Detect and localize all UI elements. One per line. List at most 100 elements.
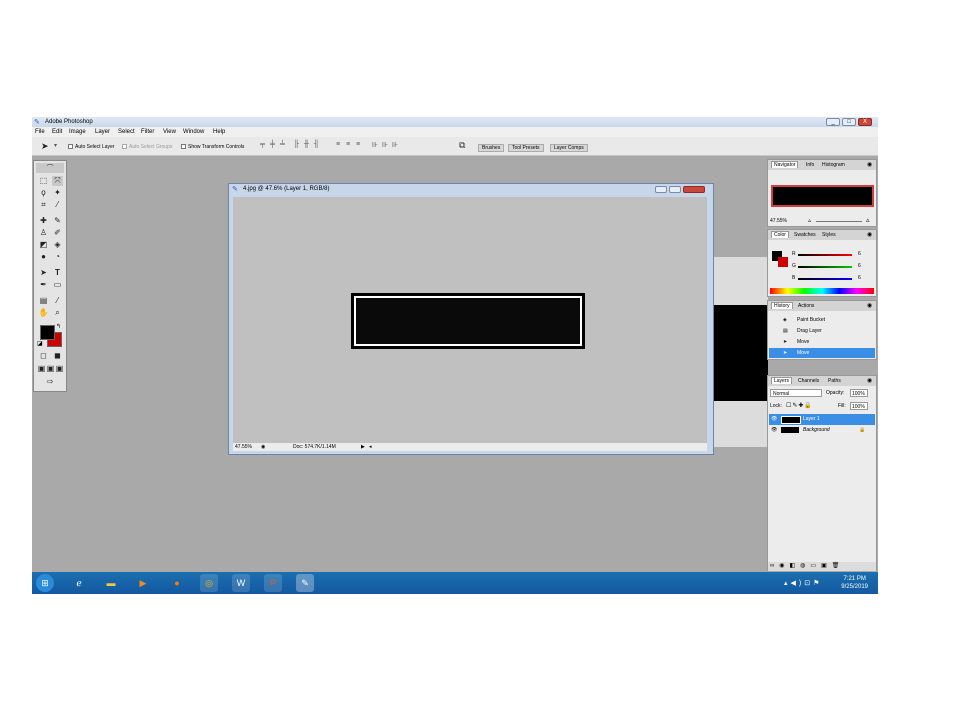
color-bg-swatch[interactable] <box>778 257 788 267</box>
layers-bottom-toolbar[interactable]: ∞◉◧◍▭▣🗑 <box>768 562 876 571</box>
auto-select-layer-checkbox[interactable] <box>68 144 73 149</box>
pen-tool-icon[interactable]: ✒ <box>38 280 49 290</box>
distribute-top-icon[interactable]: ≡ <box>336 141 340 148</box>
color-r-value[interactable]: 6 <box>858 251 861 257</box>
menu-file[interactable]: File <box>35 129 45 135</box>
palette-menu-icon[interactable]: ◉ <box>867 302 872 309</box>
color-b-value[interactable]: 6 <box>858 275 861 281</box>
menu-filter[interactable]: Filter <box>141 129 154 135</box>
media-player-icon[interactable]: ▶ <box>134 574 152 592</box>
color-r-slider[interactable] <box>798 254 852 256</box>
quick-mask-mode-icon[interactable]: ◼ <box>52 351 63 361</box>
doc-close-button[interactable] <box>683 186 705 193</box>
jump-to-imageready-icon[interactable]: ⇨ <box>40 377 60 387</box>
maximize-button[interactable]: □ <box>842 118 856 126</box>
menu-edit[interactable]: Edit <box>52 129 62 135</box>
navigator-zoom[interactable]: 47.55% <box>770 218 787 224</box>
tab-actions[interactable]: Actions <box>796 303 816 309</box>
well-tab-brushes[interactable]: Brushes <box>478 144 505 152</box>
chrome-icon[interactable]: ◎ <box>200 574 218 592</box>
tab-histogram[interactable]: Histogram <box>820 162 847 168</box>
distribute-horizontal-icon[interactable]: ⊪ <box>382 141 388 149</box>
swap-colors-icon[interactable]: ↰ <box>56 323 61 330</box>
menu-image[interactable]: Image <box>69 129 86 135</box>
eye-icon[interactable]: 👁 <box>771 416 777 422</box>
menu-select[interactable]: Select <box>118 129 135 135</box>
black-rectangle-layer[interactable] <box>351 293 585 349</box>
doc-maximize-button[interactable] <box>669 186 681 193</box>
brush-tool-icon[interactable]: ✎ <box>52 216 63 226</box>
menu-help[interactable]: Help <box>213 129 225 135</box>
system-clock[interactable]: 7:21 PM 9/25/2019 <box>841 575 868 591</box>
menu-layer[interactable]: Layer <box>95 129 110 135</box>
align-vertical-center-icon[interactable]: ╪ <box>270 141 275 148</box>
tab-navigator[interactable]: Navigator <box>771 161 799 168</box>
scroll-left-icon[interactable]: ◂ <box>369 444 372 450</box>
clone-stamp-tool-icon[interactable]: ♙ <box>38 228 49 238</box>
distribute-right-icon[interactable]: ⊪ <box>392 141 398 149</box>
start-button-icon[interactable]: ⊞ <box>36 574 54 592</box>
path-selection-tool-icon[interactable]: ➤ <box>38 268 49 278</box>
align-horizontal-center-icon[interactable]: ╫ <box>304 141 309 148</box>
internet-explorer-icon[interactable]: ℯ <box>70 574 88 592</box>
layer-row-selected[interactable]: 👁 Layer 1 <box>769 414 875 425</box>
move-tool-preset-icon[interactable]: ➤ <box>41 141 49 152</box>
standard-mode-icon[interactable]: ◻ <box>38 351 49 361</box>
chevron-down-icon[interactable]: ▾ <box>54 142 57 149</box>
zoom-in-icon[interactable]: ▵ <box>866 216 870 224</box>
tab-info[interactable]: Info <box>804 162 816 168</box>
eyedropper-tool-icon[interactable]: ⁄ <box>52 296 63 306</box>
distribute-left-icon[interactable]: ⊪ <box>372 141 378 149</box>
color-g-value[interactable]: 6 <box>858 263 861 269</box>
adobe-online-icon[interactable]: ⌒ <box>36 163 64 173</box>
close-button[interactable]: X <box>858 118 872 126</box>
default-colors-icon[interactable]: ◪ <box>37 340 43 347</box>
tab-channels[interactable]: Channels <box>796 378 821 384</box>
dodge-tool-icon[interactable]: ◔ <box>52 252 63 262</box>
crop-tool-icon[interactable]: ⌗ <box>38 200 49 210</box>
tab-paths[interactable]: Paths <box>826 378 843 384</box>
tab-styles[interactable]: Styles <box>820 232 838 238</box>
history-item-selected[interactable]: ➤ Move <box>769 348 875 358</box>
align-bottom-icon[interactable]: ╧ <box>280 141 285 148</box>
history-item[interactable]: ➤ Move <box>769 337 875 347</box>
palette-well-icon[interactable]: ⧉ <box>459 140 465 151</box>
tab-color[interactable]: Color <box>771 231 789 238</box>
history-brush-tool-icon[interactable]: ✐ <box>52 228 63 238</box>
distribute-center-icon[interactable]: ≡ <box>346 141 350 148</box>
notes-tool-icon[interactable]: ▤ <box>38 296 49 306</box>
word-icon[interactable]: W <box>232 574 250 592</box>
show-transform-controls-checkbox[interactable] <box>181 144 186 149</box>
color-g-slider[interactable] <box>798 266 852 268</box>
slice-tool-icon[interactable]: ⁄ <box>52 200 63 210</box>
palette-menu-icon[interactable]: ◉ <box>867 377 872 384</box>
color-ramp[interactable] <box>770 288 874 294</box>
file-explorer-icon[interactable]: ▬ <box>102 574 120 592</box>
eraser-tool-icon[interactable]: ◩ <box>38 240 49 250</box>
tab-layers[interactable]: Layers <box>771 377 793 384</box>
opacity-input[interactable]: 100% <box>850 389 868 397</box>
lasso-tool-icon[interactable]: ϙ <box>38 188 49 198</box>
palette-menu-icon[interactable]: ◉ <box>867 161 872 168</box>
marquee-tool-icon[interactable]: ⬚ <box>38 176 49 186</box>
move-tool-icon[interactable]: ⤧ <box>52 176 63 186</box>
system-tray-icons[interactable]: ▴◀)⊡⚑ <box>784 579 822 587</box>
doc-minimize-button[interactable] <box>655 186 667 193</box>
zoom-out-icon[interactable]: ▵ <box>808 217 811 224</box>
rectangle-tool-icon[interactable]: ▭ <box>52 280 63 290</box>
status-menu-arrow-icon[interactable]: ▶ <box>361 444 365 450</box>
history-item[interactable]: ▤ Drag Layer <box>769 326 875 336</box>
color-b-slider[interactable] <box>798 278 852 280</box>
fill-input[interactable]: 100% <box>850 402 868 410</box>
zoom-tool-icon[interactable]: ⌕ <box>52 308 63 318</box>
well-tab-layer-comps[interactable]: Layer Comps <box>550 144 588 152</box>
powerpoint-icon[interactable]: P <box>264 574 282 592</box>
menu-window[interactable]: Window <box>183 129 204 135</box>
menu-view[interactable]: View <box>163 129 176 135</box>
align-left-icon[interactable]: ╟ <box>294 141 299 148</box>
navigator-thumbnail[interactable] <box>771 185 874 207</box>
tab-swatches[interactable]: Swatches <box>792 232 818 238</box>
paint-bucket-tool-icon[interactable]: ◈ <box>52 240 63 250</box>
type-tool-icon[interactable]: T <box>52 268 63 278</box>
history-item[interactable]: ◈ Paint Bucket <box>769 315 875 325</box>
